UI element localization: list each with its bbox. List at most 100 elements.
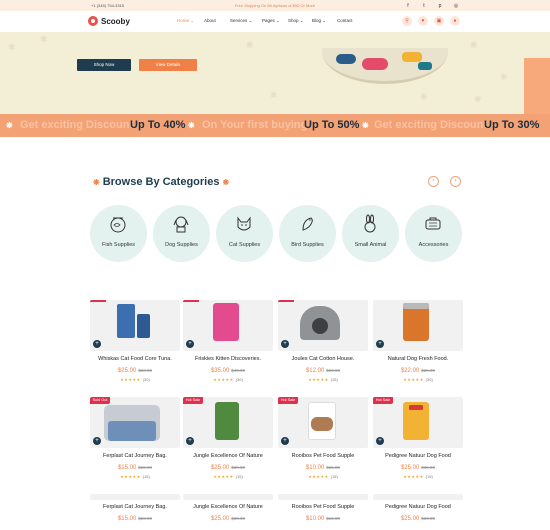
jungle-food-bag-image <box>215 402 239 440</box>
product-image[interactable]: Hot Sale + <box>183 397 273 448</box>
product-card[interactable]: Sold Out + Ferplast Cat Journey Bag. $15… <box>90 397 180 483</box>
product-card[interactable]: Ferplast Cat Journey Bag. $15.00 $20.00 <box>90 494 180 530</box>
pinterest-icon[interactable]: p <box>436 2 444 10</box>
product-name[interactable]: Ferplast Cat Journey Bag. <box>90 504 180 510</box>
product-price: $12.00 $20.00 <box>305 368 341 374</box>
product-name[interactable]: Joules Cat Cotton House. <box>278 356 368 362</box>
product-name[interactable]: Jungle Excellence Of Nature <box>183 453 273 459</box>
paw-icon: ❋ <box>188 121 195 130</box>
paw-icon: ❋ <box>6 121 13 130</box>
add-to-cart-icon[interactable]: + <box>281 340 289 348</box>
toy-shape <box>402 52 422 62</box>
nav-about[interactable]: About <box>204 18 216 23</box>
nav-home[interactable]: Home ⌄ <box>177 18 194 24</box>
cart-icon[interactable]: ▣ <box>434 16 444 26</box>
user-icon[interactable]: ● <box>450 16 460 26</box>
rating-stars: ★★★★★ (30) <box>213 377 243 382</box>
marquee-text: Get exciting Discount <box>20 119 134 131</box>
category-fish-supplies[interactable]: Fish Supplies <box>90 205 147 262</box>
next-arrow-icon[interactable]: › <box>450 176 461 187</box>
product-name[interactable]: Friskies Kitten Discoveries. <box>183 356 273 362</box>
product-name[interactable]: Whiskas Cat Food Core Tuna. <box>90 356 180 362</box>
product-card[interactable]: Jungle Excellence Of Nature $25.00 $30.00 <box>183 494 273 530</box>
product-image[interactable]: Hot Sale + <box>373 397 463 448</box>
product-image[interactable] <box>90 494 180 500</box>
product-image[interactable]: + <box>373 300 463 351</box>
product-price: $15.00 $20.00 <box>117 465 153 471</box>
nav-blog[interactable]: Blog ⌄ <box>312 18 326 24</box>
nav-shop[interactable]: Shop ⌄ <box>288 18 304 24</box>
add-to-cart-icon[interactable]: + <box>93 437 101 445</box>
product-price: $22.00 $25.00 <box>400 368 436 374</box>
product-name[interactable]: Rooibos Pet Food Supple <box>278 504 368 510</box>
whiskas-bag-image <box>137 314 150 338</box>
paw-print-icon: ❋ <box>270 90 278 100</box>
product-card[interactable]: + Whiskas Cat Food Core Tuna. $25.00 $30.… <box>90 300 180 386</box>
product-image[interactable]: + <box>183 300 273 351</box>
product-card[interactable]: Hot Sale + Pedigree Natuur Dog Food $25.… <box>373 397 463 483</box>
product-image[interactable]: + <box>90 300 180 351</box>
product-card[interactable]: + Friskies Kitten Discoveries. $35.00 $40… <box>183 300 273 386</box>
product-image[interactable] <box>278 494 368 500</box>
carrier-base <box>108 421 156 441</box>
marquee-text: Up To 40% <box>130 119 186 131</box>
paw-print-icon: ❋ <box>470 40 478 50</box>
pet-carrier-icon <box>425 217 441 230</box>
product-card[interactable]: Hot Sale + Rooibos Pet Food Supple $10.0… <box>278 397 368 483</box>
paw-icon: ❋ <box>362 121 369 130</box>
product-name[interactable]: Pedigree Natuur Dog Food <box>373 504 463 510</box>
product-image[interactable]: Hot Sale + <box>278 397 368 448</box>
paw-print-icon: ❋ <box>500 72 508 82</box>
product-image[interactable]: + <box>278 300 368 351</box>
category-label: Small Animal <box>354 242 387 248</box>
nav-services[interactable]: Services ⌄ <box>230 18 252 24</box>
product-price: $15.00 $20.00 <box>117 516 153 522</box>
prev-arrow-icon[interactable]: ‹ <box>428 176 439 187</box>
logo[interactable]: Scooby <box>88 16 130 26</box>
search-icon[interactable]: ⚲ <box>402 16 412 26</box>
twitter-icon[interactable]: t <box>420 2 428 10</box>
product-name[interactable]: Ferplast Cat Journey Bag. <box>90 453 180 459</box>
category-label: Bird Supplies <box>291 242 324 248</box>
product-image[interactable] <box>183 494 273 500</box>
dog-icon <box>173 216 189 233</box>
category-accessories[interactable]: Accessories <box>405 205 462 262</box>
paw-icon: ❋ <box>222 177 230 187</box>
shop-now-button[interactable]: Shop Now <box>77 59 131 71</box>
category-small-animal[interactable]: Small Animal <box>342 205 399 262</box>
rating-stars: ★★★★★ (15) <box>308 377 338 382</box>
product-name[interactable]: Pedigree Natuur Dog Food <box>373 453 463 459</box>
product-card[interactable]: + Joules Cat Cotton House. $12.00 $20.00 … <box>278 300 368 386</box>
product-card[interactable]: + Natural Dog Fresh Food. $22.00 $25.00 ★… <box>373 300 463 386</box>
rabbit-icon <box>364 214 376 233</box>
marquee-text: On Your first buying <box>202 119 308 131</box>
nav-contact[interactable]: Contact <box>337 18 353 23</box>
product-name[interactable]: Rooibos Pet Food Supple <box>278 453 368 459</box>
heart-icon[interactable]: ♥ <box>418 16 428 26</box>
nav-pages[interactable]: Pages ⌄ <box>262 18 280 24</box>
product-card[interactable]: Rooibos Pet Food Supple $10.00 $15.00 <box>278 494 368 530</box>
bird-icon <box>302 217 313 231</box>
facebook-icon[interactable]: f <box>404 2 412 10</box>
product-image[interactable]: Sold Out + <box>90 397 180 448</box>
product-name[interactable]: Jungle Excellence Of Nature <box>183 504 273 510</box>
product-image[interactable] <box>373 494 463 500</box>
sold-out-badge: Sold Out <box>90 397 110 404</box>
category-bird-supplies[interactable]: Bird Supplies <box>279 205 336 262</box>
instagram-icon[interactable]: ◎ <box>452 2 460 10</box>
add-to-cart-icon[interactable]: + <box>376 437 384 445</box>
product-name[interactable]: Natural Dog Fresh Food. <box>373 356 463 362</box>
logo-text: Scooby <box>101 16 130 26</box>
product-card[interactable]: Hot Sale + Jungle Excellence Of Nature $… <box>183 397 273 483</box>
product-card[interactable]: Pedigree Natuur Dog Food $25.00 $30.00 <box>373 494 463 530</box>
add-to-cart-icon[interactable]: + <box>93 340 101 348</box>
category-cat-supplies[interactable]: Cat Supplies <box>216 205 273 262</box>
add-to-cart-icon[interactable]: + <box>281 437 289 445</box>
add-to-cart-icon[interactable]: + <box>376 340 384 348</box>
category-dog-supplies[interactable]: Dog Supplies <box>153 205 210 262</box>
rating-stars: ★★★★★ (15) <box>403 474 433 479</box>
view-details-button[interactable]: View Details <box>139 59 197 71</box>
add-to-cart-icon[interactable]: + <box>186 437 194 445</box>
add-to-cart-icon[interactable]: + <box>186 340 194 348</box>
discount-marquee: ❋ Get exciting Discount Up To 40% ❋ On Y… <box>0 114 550 137</box>
